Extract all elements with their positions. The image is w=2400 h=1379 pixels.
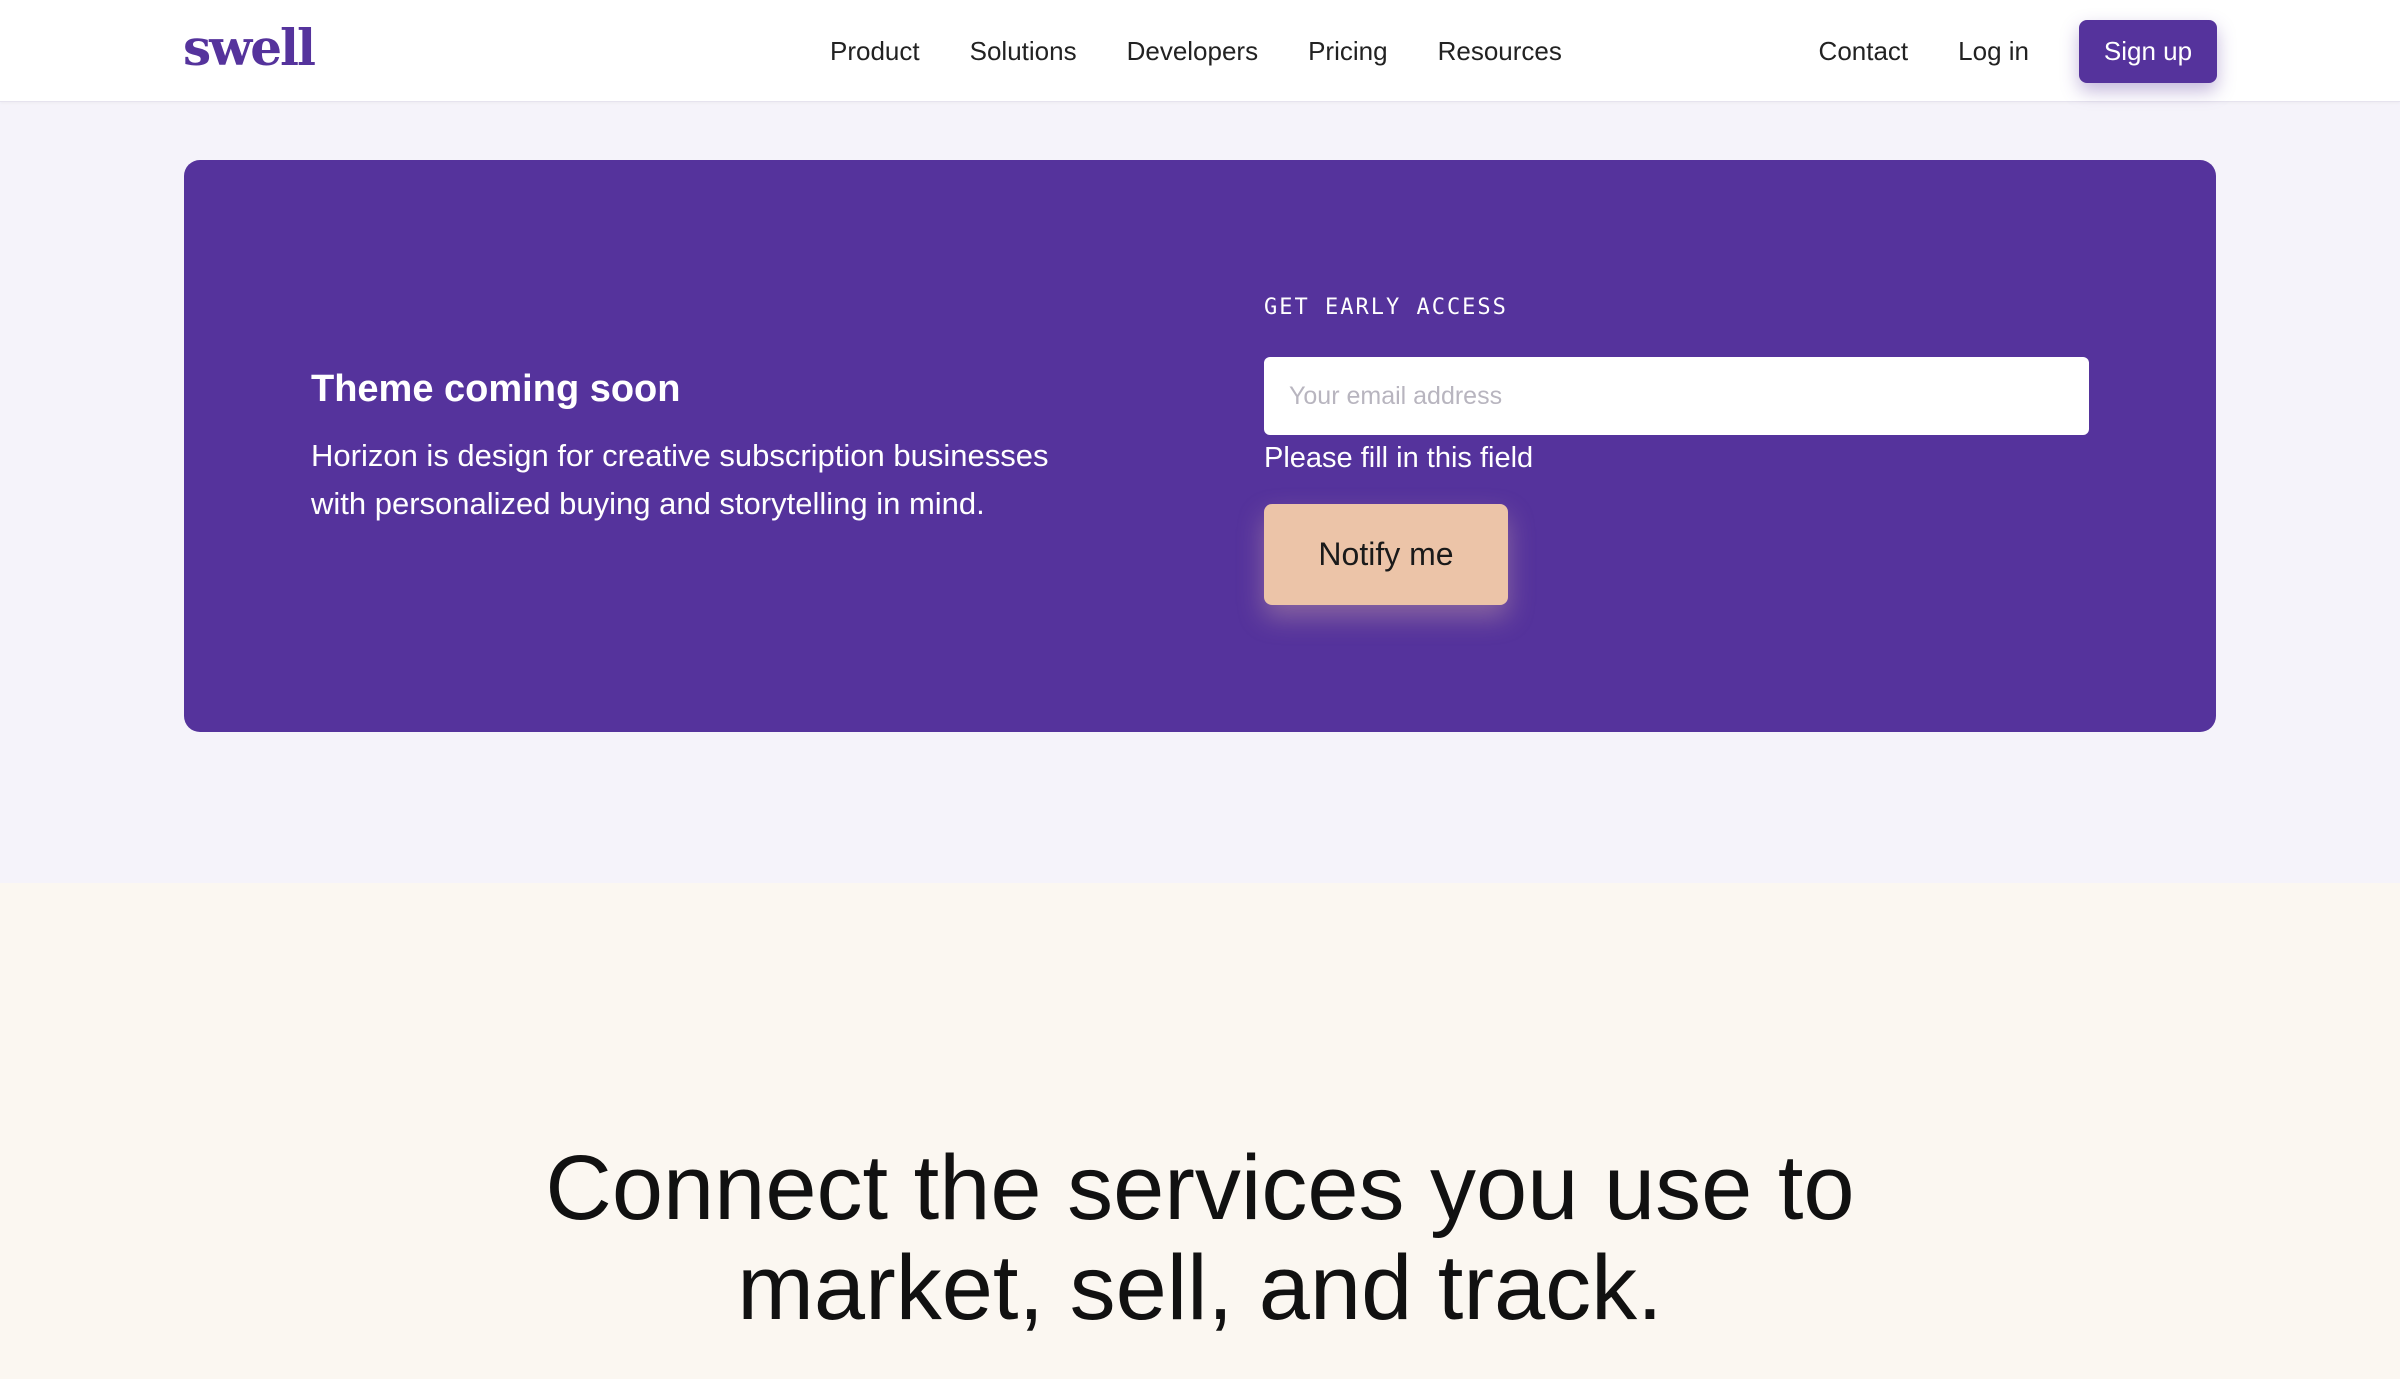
integrations-section: Connect the services you use to market, … <box>0 883 2400 1379</box>
nav-item-product[interactable]: Product <box>805 0 945 102</box>
email-input[interactable] <box>1264 357 2089 435</box>
nav-item-pricing[interactable]: Pricing <box>1283 0 1412 102</box>
integrations-heading: Connect the services you use to market, … <box>0 1138 2400 1338</box>
theme-coming-soon-panel: Theme coming soon Horizon is design for … <box>184 160 2216 732</box>
notify-me-button[interactable]: Notify me <box>1264 504 1508 605</box>
heading-line-1: Connect the services you use to <box>545 1137 1855 1239</box>
main-nav: Product Solutions Developers Pricing Res… <box>805 0 1587 102</box>
nav-item-solutions[interactable]: Solutions <box>945 0 1102 102</box>
signup-button[interactable]: Sign up <box>2079 19 2217 83</box>
contact-link[interactable]: Contact <box>1794 36 1934 67</box>
panel-title: Theme coming soon <box>311 368 681 410</box>
login-link[interactable]: Log in <box>1933 36 2054 67</box>
nav-item-resources[interactable]: Resources <box>1413 0 1587 102</box>
panel-description: Horizon is design for creative subscript… <box>311 438 1049 521</box>
site-header: swell Product Solutions Developers Prici… <box>0 0 2400 102</box>
heading-line-2: market, sell, and track. <box>737 1237 1663 1339</box>
account-nav: Contact Log in Sign up <box>1794 0 2217 102</box>
nav-item-developers[interactable]: Developers <box>1102 0 1284 102</box>
validation-message: Please fill in this field <box>1264 442 1534 474</box>
swell-logo[interactable]: swell <box>183 18 316 78</box>
early-access-label: GET EARLY ACCESS <box>1264 295 1508 320</box>
